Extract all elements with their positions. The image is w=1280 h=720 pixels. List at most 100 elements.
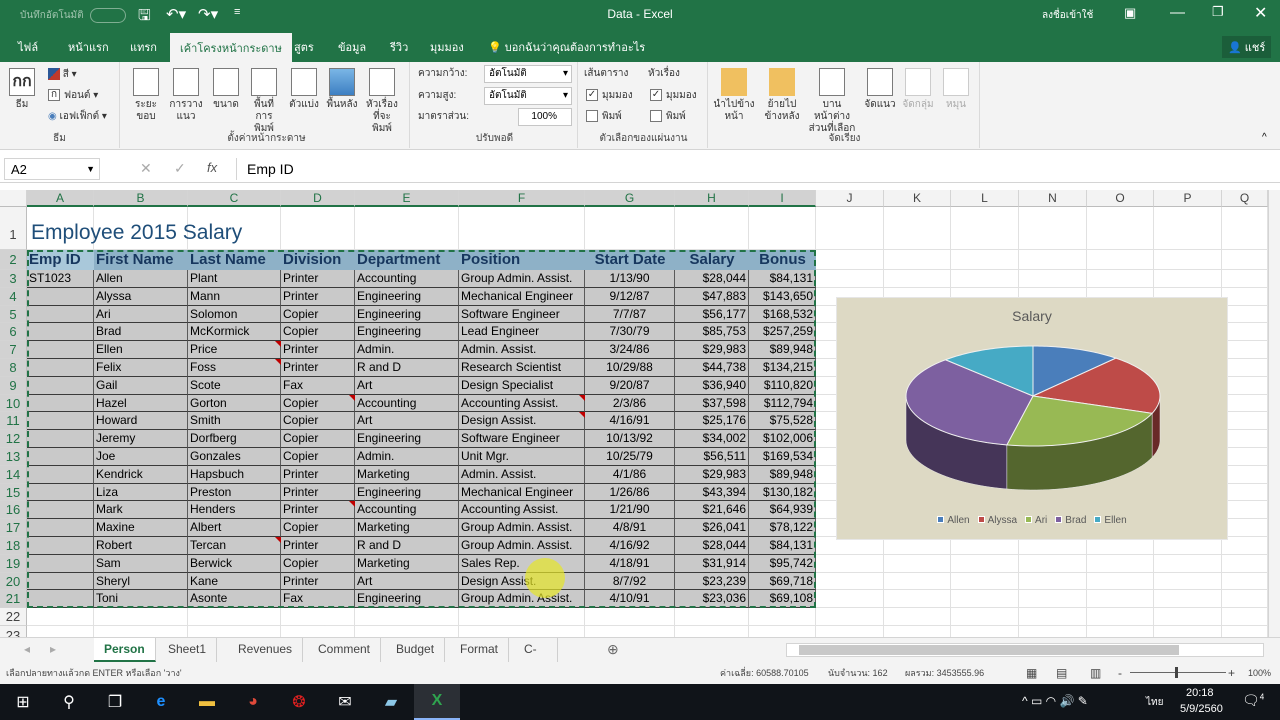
legend-item-ellen[interactable]: Ellen <box>1094 515 1127 526</box>
file-explorer-icon[interactable]: ▬ <box>184 684 230 720</box>
tab-data[interactable]: ข้อมูล <box>338 38 366 56</box>
cell[interactable] <box>27 626 94 637</box>
row-header-8[interactable]: 8 <box>0 359 27 377</box>
new-sheet-icon[interactable]: ⊕ <box>607 641 619 658</box>
cell[interactable] <box>951 270 1019 288</box>
print-area-button[interactable]: พื้นที่การพิมพ์ <box>246 68 282 135</box>
cell[interactable] <box>884 270 951 288</box>
edge-icon[interactable]: e <box>138 684 184 720</box>
start-icon[interactable]: ⊞ <box>0 684 46 720</box>
cell[interactable] <box>188 608 281 627</box>
cell[interactable] <box>816 626 884 637</box>
cell[interactable] <box>1222 572 1268 591</box>
name-box[interactable]: A2 ▼ <box>4 158 100 180</box>
cell[interactable] <box>951 207 1019 250</box>
cell[interactable] <box>884 250 951 270</box>
clock-time[interactable]: 20:18 <box>1186 687 1214 699</box>
sign-in-link[interactable]: ลงชื่อเข้าใช้ <box>1042 8 1093 23</box>
notifications-icon[interactable]: 🗨4 <box>1242 692 1264 709</box>
cell[interactable] <box>816 207 884 250</box>
column-header-L[interactable]: L <box>951 190 1019 207</box>
column-header-N[interactable]: N <box>1019 190 1087 207</box>
cell[interactable] <box>459 207 585 250</box>
cell[interactable] <box>884 554 951 573</box>
vertical-scrollbar[interactable] <box>1268 190 1280 637</box>
language-indicator[interactable]: ไทย <box>1146 695 1163 710</box>
cell[interactable] <box>585 626 675 637</box>
column-header-A[interactable]: A <box>27 190 94 207</box>
cell[interactable] <box>1087 626 1154 637</box>
insert-function-icon[interactable]: fx <box>207 160 217 175</box>
margins-button[interactable]: ระยะขอบ <box>128 68 164 123</box>
tell-me-box[interactable]: 💡 บอกฉันว่าคุณต้องการทำอะไร <box>488 38 645 56</box>
cell[interactable] <box>281 608 355 627</box>
gridlines-print-checkbox[interactable]: พิมพ์ <box>586 108 622 126</box>
formula-input[interactable]: Emp ID <box>236 158 1266 180</box>
zoom-slider[interactable] <box>1130 667 1226 678</box>
cell[interactable] <box>1154 608 1222 627</box>
app-icon[interactable]: ❂ <box>276 684 322 720</box>
cell[interactable] <box>1019 626 1087 637</box>
sheet-tab-sheet1[interactable]: Sheet1 <box>158 638 218 662</box>
cell[interactable] <box>749 626 816 637</box>
sheet-tab-revenues[interactable]: Revenues <box>228 638 304 662</box>
scroll-tabs-left-icon[interactable]: ◂ <box>24 642 30 656</box>
cell[interactable] <box>1087 270 1154 288</box>
salary-pie-chart[interactable]: Salary Allen Alyssa Ari Brad Ellen <box>836 297 1228 540</box>
row-header-4[interactable]: 4 <box>0 287 27 306</box>
cell[interactable] <box>884 608 951 627</box>
zoom-in-icon[interactable]: + <box>1228 662 1235 684</box>
tab-review[interactable]: รีวิว <box>390 38 408 56</box>
notes-icon[interactable]: ▰ <box>368 684 414 720</box>
cell[interactable] <box>749 207 816 250</box>
cell[interactable] <box>816 270 884 288</box>
zoom-out-icon[interactable]: - <box>1118 662 1122 684</box>
normal-view-icon[interactable]: ▦ <box>1026 662 1037 684</box>
page-break-view-icon[interactable]: ▥ <box>1090 662 1101 684</box>
cell[interactable] <box>951 572 1019 591</box>
row-header-12[interactable]: 12 <box>0 430 27 448</box>
row-header-5[interactable]: 5 <box>0 305 27 324</box>
cell[interactable] <box>1222 590 1268 609</box>
legend-item-allen[interactable]: Allen <box>937 515 970 526</box>
cell[interactable] <box>816 572 884 591</box>
select-all-corner[interactable] <box>0 190 27 207</box>
sheet-tab-c-line[interactable]: C-Line <box>514 638 558 679</box>
share-button[interactable]: 👤 แชร์ <box>1222 36 1272 58</box>
cell[interactable] <box>355 608 459 627</box>
cell[interactable] <box>884 572 951 591</box>
cell[interactable] <box>951 626 1019 637</box>
cell[interactable] <box>675 207 749 250</box>
ribbon-display-icon[interactable]: ▣ <box>1124 5 1136 21</box>
cancel-icon[interactable]: ✕ <box>140 160 152 177</box>
row-header-2[interactable]: 2 <box>0 250 27 270</box>
close-icon[interactable]: ✕ <box>1254 3 1267 23</box>
cell[interactable] <box>1154 572 1222 591</box>
row-header-22[interactable]: 22 <box>0 608 27 627</box>
horizontal-scrollbar[interactable] <box>786 643 1264 657</box>
column-header-B[interactable]: B <box>94 190 188 207</box>
cell[interactable] <box>355 207 459 250</box>
column-header-H[interactable]: H <box>675 190 749 207</box>
row-header-23[interactable]: 23 <box>0 626 27 637</box>
colors-button[interactable]: สี ▾ <box>48 66 77 84</box>
row-header-9[interactable]: 9 <box>0 376 27 395</box>
cell[interactable] <box>675 626 749 637</box>
cell[interactable] <box>1154 207 1222 250</box>
sheet-tab-budget[interactable]: Budget <box>386 638 446 662</box>
legend-item-alyssa[interactable]: Alyssa <box>977 515 1017 526</box>
row-header-16[interactable]: 16 <box>0 501 27 520</box>
cell[interactable] <box>749 608 816 627</box>
cell[interactable] <box>816 250 884 270</box>
cell[interactable] <box>1019 207 1087 250</box>
breaks-button[interactable]: ตัวแบ่ง <box>286 68 322 111</box>
cell[interactable] <box>1222 626 1268 637</box>
cell[interactable] <box>188 626 281 637</box>
column-header-E[interactable]: E <box>355 190 459 207</box>
cell[interactable] <box>816 608 884 627</box>
cell[interactable] <box>1154 270 1222 288</box>
cell[interactable] <box>1087 590 1154 609</box>
align-button[interactable]: จัดแนว <box>862 68 898 111</box>
width-select[interactable]: อัตโนมัติ ▾ <box>484 65 572 83</box>
enter-icon[interactable]: ✓ <box>174 160 186 177</box>
